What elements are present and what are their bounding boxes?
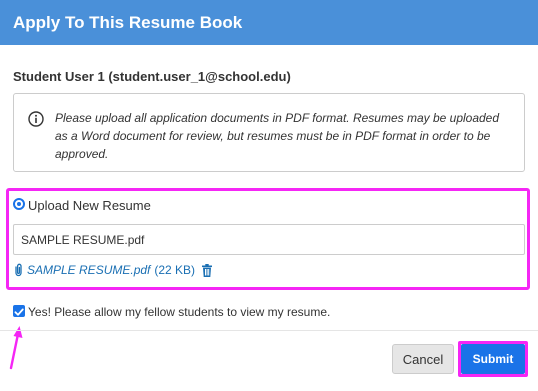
attached-file-size: (22 KB) [154, 263, 196, 277]
attached-file-link[interactable]: SAMPLE RESUME.pdf [27, 263, 150, 277]
upload-new-resume-label[interactable]: Upload New Resume [28, 198, 151, 213]
cancel-button[interactable]: Cancel [392, 344, 454, 374]
share-resume-checkbox[interactable] [13, 305, 25, 317]
info-notice-text: Please upload all application documents … [55, 111, 500, 161]
paperclip-icon [15, 263, 22, 277]
modal-title: Apply To This Resume Book [13, 13, 243, 32]
student-name: Student User 1 (student.user_1@school.ed… [13, 69, 291, 84]
resume-file-field[interactable] [13, 224, 525, 255]
upload-new-resume-radio[interactable] [13, 198, 25, 210]
info-icon [28, 111, 44, 127]
trash-icon[interactable] [201, 263, 213, 277]
submit-button[interactable]: Submit [461, 344, 525, 374]
checkmark-icon [14, 308, 24, 316]
radio-outer [13, 198, 25, 210]
modal-header: Apply To This Resume Book [0, 0, 538, 45]
attached-file-row: SAMPLE RESUME.pdf (22 KB) [13, 262, 213, 278]
info-notice-box: Please upload all application documents … [13, 93, 525, 172]
footer-divider [0, 330, 538, 331]
share-resume-label[interactable]: Yes! Please allow my fellow students to … [28, 305, 330, 319]
radio-dot [17, 202, 21, 206]
